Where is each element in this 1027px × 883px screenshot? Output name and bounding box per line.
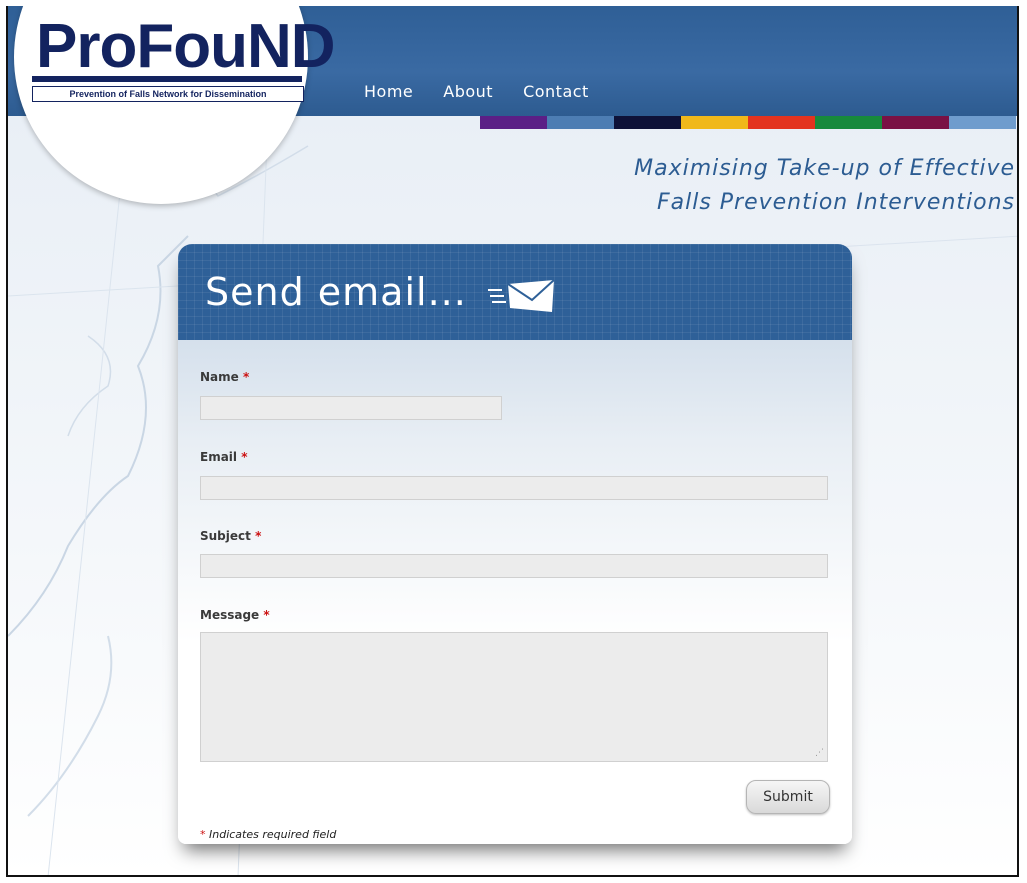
email-label-text: Email	[200, 450, 238, 464]
color-swatch	[748, 116, 815, 129]
logo-underline	[32, 76, 302, 82]
tagline-line-2: Falls Prevention Interventions	[656, 190, 1015, 215]
required-asterisk: *	[255, 529, 262, 543]
tagline-line-1: Maximising Take-up of Effective	[634, 156, 1015, 181]
subject-label-text: Subject	[200, 529, 251, 543]
color-swatch	[815, 116, 882, 129]
nav-about[interactable]: About	[443, 82, 493, 101]
required-asterisk: *	[263, 608, 270, 622]
name-label: Name *	[200, 370, 249, 384]
color-swatch	[614, 116, 681, 129]
email-label: Email *	[200, 450, 248, 464]
form-body: Name * Email * Subject * Message * ⋰ Sub…	[178, 340, 852, 844]
message-field[interactable]: ⋰	[200, 632, 828, 762]
required-asterisk: *	[200, 828, 206, 841]
required-field-note: * Indicates required field	[200, 828, 336, 841]
logo-tagline: Prevention of Falls Network for Dissemin…	[32, 86, 304, 102]
name-label-text: Name	[200, 370, 239, 384]
page-frame: ProFouND Prevention of Falls Network for…	[6, 6, 1019, 877]
logo-name: ProFouND	[36, 12, 336, 81]
message-label: Message *	[200, 608, 270, 622]
message-label-text: Message	[200, 608, 260, 622]
color-swatch	[882, 116, 949, 129]
site-tagline: Maximising Take-up of Effective Falls Pr…	[634, 152, 1015, 220]
required-asterisk: *	[241, 450, 248, 464]
main-nav: Home About Contact	[364, 82, 589, 101]
subject-field[interactable]	[200, 554, 828, 578]
nav-contact[interactable]: Contact	[523, 82, 589, 101]
subject-label: Subject *	[200, 529, 261, 543]
email-field[interactable]	[200, 476, 828, 500]
color-swatch	[949, 116, 1016, 129]
form-header: Send email...	[178, 244, 852, 340]
contact-form-card: Send email... Name * Email * Subject * M…	[178, 244, 852, 844]
color-stripe	[480, 116, 1016, 129]
nav-home[interactable]: Home	[364, 82, 413, 101]
color-swatch	[681, 116, 748, 129]
required-field-note-text: Indicates required field	[209, 828, 337, 841]
color-swatch	[480, 116, 547, 129]
envelope-icon	[488, 279, 555, 312]
name-field[interactable]	[200, 396, 502, 420]
submit-button[interactable]: Submit	[746, 780, 830, 814]
color-swatch	[547, 116, 614, 129]
form-title: Send email...	[205, 270, 467, 314]
required-asterisk: *	[242, 370, 250, 384]
resize-handle-icon[interactable]: ⋰	[815, 749, 824, 758]
